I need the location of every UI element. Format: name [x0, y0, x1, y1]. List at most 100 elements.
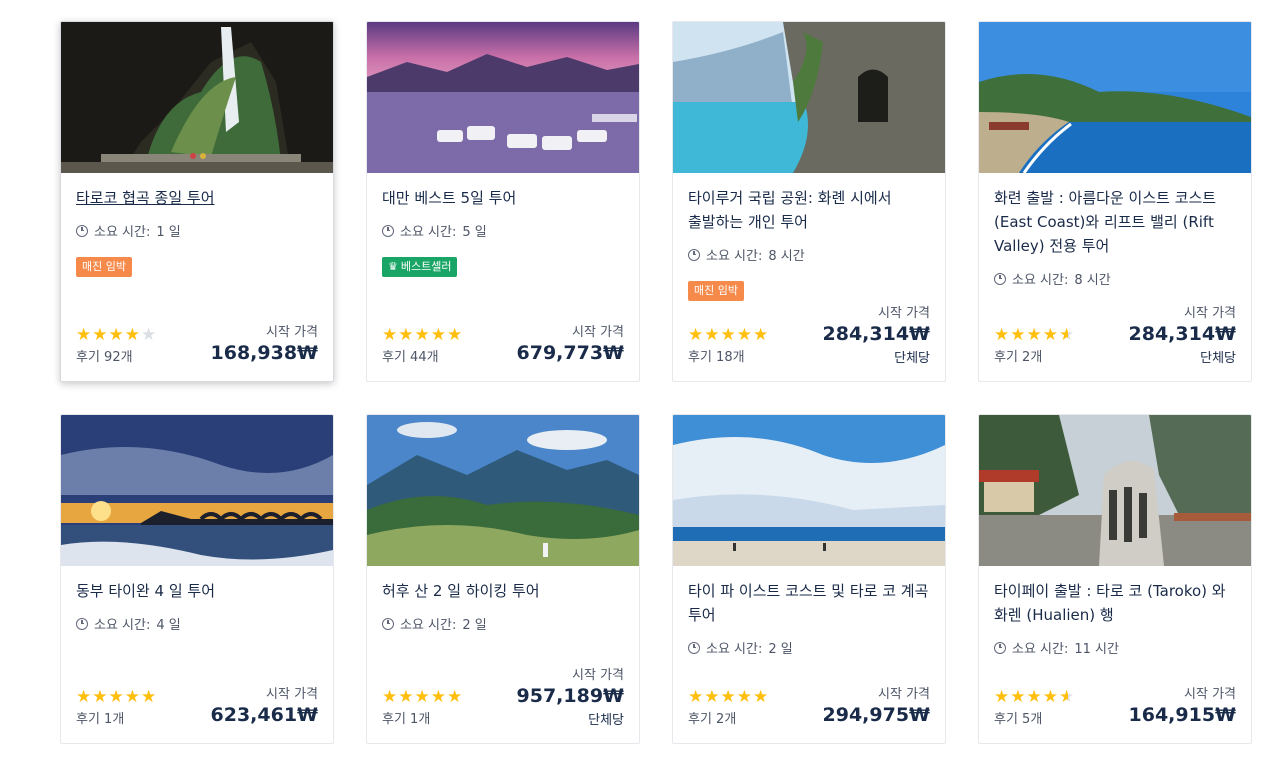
review-count: 후기 44개 [382, 350, 439, 365]
star-icon: ★ [720, 325, 737, 345]
star-icon: ★ [688, 325, 705, 345]
clock-icon [76, 617, 88, 630]
duration-value: 11 시간 [1074, 642, 1119, 657]
duration-label: 소요 시간: [94, 225, 151, 240]
review-count: 후기 18개 [688, 350, 745, 365]
tour-duration: 소요 시간: 2 일 [382, 614, 487, 633]
duration-value: 1 일 [156, 225, 181, 240]
tour-title[interactable]: 동부 타이완 4 일 투어 [76, 579, 321, 603]
tour-photo-gorge[interactable] [61, 22, 333, 173]
clock-icon [382, 224, 394, 237]
per-group-label: 단체당 [588, 713, 624, 728]
duration-value: 8 시간 [1074, 273, 1111, 288]
tour-title[interactable]: 허후 산 2 일 하이킹 투어 [382, 579, 627, 603]
star-icon: ★ [736, 687, 753, 707]
tour-card[interactable]: 허후 산 2 일 하이킹 투어 소요 시간: 2 일 ★★★★★ 후기 1개 시… [366, 414, 640, 744]
star-icon: ★ [1026, 687, 1043, 707]
tour-price: 284,314₩ [1128, 323, 1237, 345]
duration-value: 4 일 [156, 618, 181, 633]
tour-photo-bay[interactable] [979, 22, 1251, 173]
duration-label: 소요 시간: [706, 642, 763, 657]
clock-icon [688, 248, 700, 261]
duration-label: 소요 시간: [706, 249, 763, 264]
tour-duration: 소요 시간: 8 시간 [688, 245, 805, 264]
clock-icon [688, 641, 700, 654]
price-from-label: 시작 가격 [572, 668, 624, 683]
star-icon: ★ [1010, 325, 1027, 345]
tour-title[interactable]: 타이페이 출발 : 타로 코 (Taroko) 와 화렌 (Hualien) 행 [994, 579, 1239, 627]
tour-duration: 소요 시간: 2 일 [688, 638, 793, 657]
star-icon: ★ [124, 687, 141, 707]
review-count: 후기 2개 [994, 350, 1043, 365]
star-icon: ★ [414, 687, 431, 707]
price-from-label: 시작 가격 [1184, 306, 1236, 321]
tour-card[interactable]: 동부 타이완 4 일 투어 소요 시간: 4 일 ★★★★★ 후기 1개 시작 … [60, 414, 334, 744]
tour-card[interactable]: 타이루거 국립 공원: 화롄 시에서 출발하는 개인 투어 소요 시간: 8 시… [672, 21, 946, 382]
rating-stars: ★★★★★ [688, 689, 769, 706]
tour-card[interactable]: 타로코 협곡 종일 투어 소요 시간: 1 일 매진 임박 ★★★★★ 후기 9… [60, 21, 334, 382]
duration-label: 소요 시간: [1012, 273, 1069, 288]
tour-duration: 소요 시간: 11 시간 [994, 638, 1119, 657]
clock-icon [76, 224, 88, 237]
star-icon: ★ [1010, 687, 1027, 707]
rating-stars: ★★★★★ [688, 327, 769, 344]
tour-photo-beach[interactable] [673, 415, 945, 566]
price-from-label: 시작 가격 [266, 687, 318, 702]
tour-title[interactable]: 화련 출발 : 아름다운 이스트 코스트 (East Coast)와 리프트 밸… [994, 186, 1239, 258]
tour-photo-cliff[interactable] [673, 22, 945, 173]
tour-card[interactable]: 타이페이 출발 : 타로 코 (Taroko) 와 화렌 (Hualien) 행… [978, 414, 1252, 744]
star-icon: ★ [430, 687, 447, 707]
price-from-label: 시작 가격 [266, 325, 318, 340]
crown-icon: ♛ [388, 260, 398, 273]
star-icon: ★ [92, 687, 109, 707]
tour-card[interactable]: 화련 출발 : 아름다운 이스트 코스트 (East Coast)와 리프트 밸… [978, 21, 1252, 382]
price-from-label: 시작 가격 [1184, 687, 1236, 702]
badge-label: 베스트셀러 [400, 260, 452, 273]
review-count: 후기 92개 [76, 350, 133, 365]
tour-title[interactable]: 타이루거 국립 공원: 화롄 시에서 출발하는 개인 투어 [688, 186, 933, 234]
per-group-label: 단체당 [1200, 351, 1236, 366]
star-icon: ★ [414, 325, 431, 345]
price-from-label: 시작 가격 [878, 687, 930, 702]
clock-icon [994, 272, 1006, 285]
star-icon: ★ [994, 325, 1011, 345]
star-icon: ★ [704, 687, 721, 707]
star-icon: ★ [447, 687, 464, 707]
per-group-label: 단체당 [894, 351, 930, 366]
bestseller-badge: ♛ 베스트셀러 [382, 257, 458, 277]
tour-title[interactable]: 대만 베스트 5일 투어 [382, 186, 627, 210]
duration-label: 소요 시간: [1012, 642, 1069, 657]
duration-value: 2 일 [768, 642, 793, 657]
rating-stars: ★★★★★ [76, 327, 157, 344]
tour-photo-lake[interactable] [367, 22, 639, 173]
selling-fast-badge: 매진 임박 [688, 281, 744, 301]
star-icon: ★ [141, 325, 158, 345]
review-count: 후기 5개 [994, 712, 1043, 727]
star-icon: ★ [704, 325, 721, 345]
tour-title[interactable]: 타이 파 이스트 코스트 및 타로 코 계곡 투어 [688, 579, 933, 627]
duration-value: 5 일 [462, 225, 487, 240]
tour-photo-sunrise[interactable] [61, 415, 333, 566]
tour-price: 284,314₩ [822, 323, 931, 345]
tour-price: 957,189₩ [516, 685, 625, 707]
price-from-label: 시작 가격 [572, 325, 624, 340]
price-from-label: 시작 가격 [878, 306, 930, 321]
tour-title[interactable]: 타로코 협곡 종일 투어 [76, 186, 321, 210]
tour-duration: 소요 시간: 4 일 [76, 614, 181, 633]
tour-card[interactable]: 타이 파 이스트 코스트 및 타로 코 계곡 투어 소요 시간: 2 일 ★★★… [672, 414, 946, 744]
duration-value: 2 일 [462, 618, 487, 633]
clock-icon [994, 641, 1006, 654]
star-icon: ★ [430, 325, 447, 345]
tour-duration: 소요 시간: 8 시간 [994, 269, 1111, 288]
tour-photo-mountain[interactable] [367, 415, 639, 566]
tour-photo-entrance[interactable] [979, 415, 1251, 566]
tour-duration: 소요 시간: 1 일 [76, 221, 181, 240]
review-count: 후기 1개 [76, 712, 125, 727]
star-icon: ★ [108, 325, 125, 345]
rating-stars: ★★★★★ [382, 689, 463, 706]
star-icon: ★ [720, 687, 737, 707]
tour-price: 294,975₩ [822, 704, 931, 726]
star-icon: ★ [398, 687, 415, 707]
tour-card[interactable]: 대만 베스트 5일 투어 소요 시간: 5 일 ♛ 베스트셀러 ★★★★★ 후기… [366, 21, 640, 382]
rating-stars: ★★★★★ [382, 327, 463, 344]
